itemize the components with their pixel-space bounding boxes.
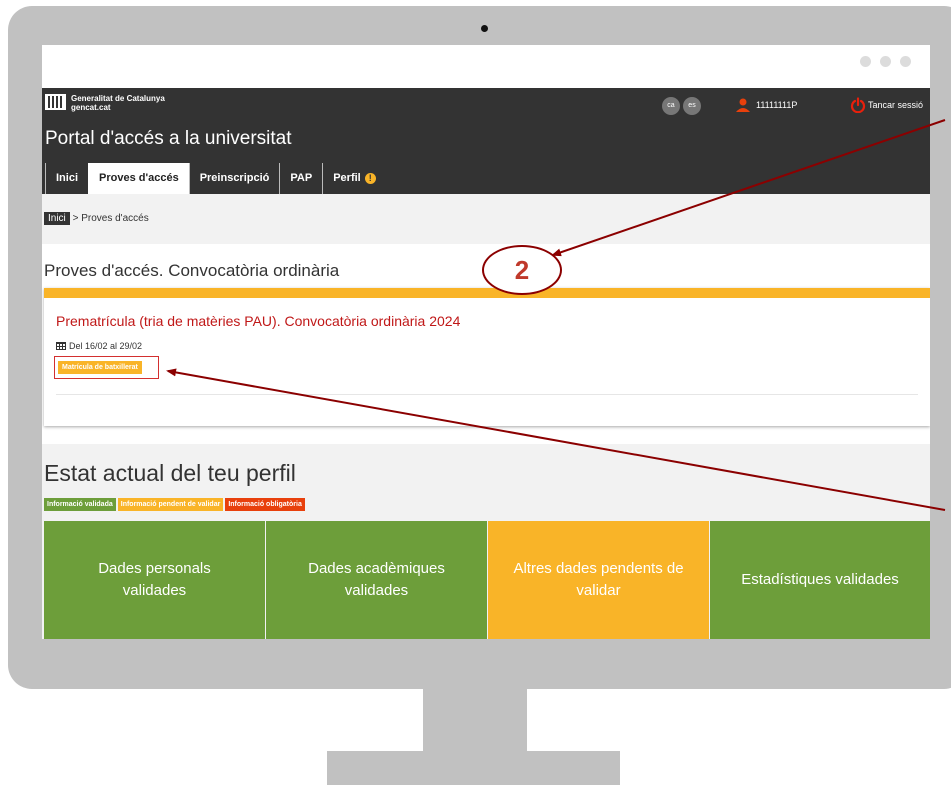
arrow-to-badge [166, 368, 946, 511]
arrow-to-callout [551, 119, 946, 257]
step-callout: 2 [482, 245, 562, 295]
annotation-arrows [166, 119, 946, 511]
